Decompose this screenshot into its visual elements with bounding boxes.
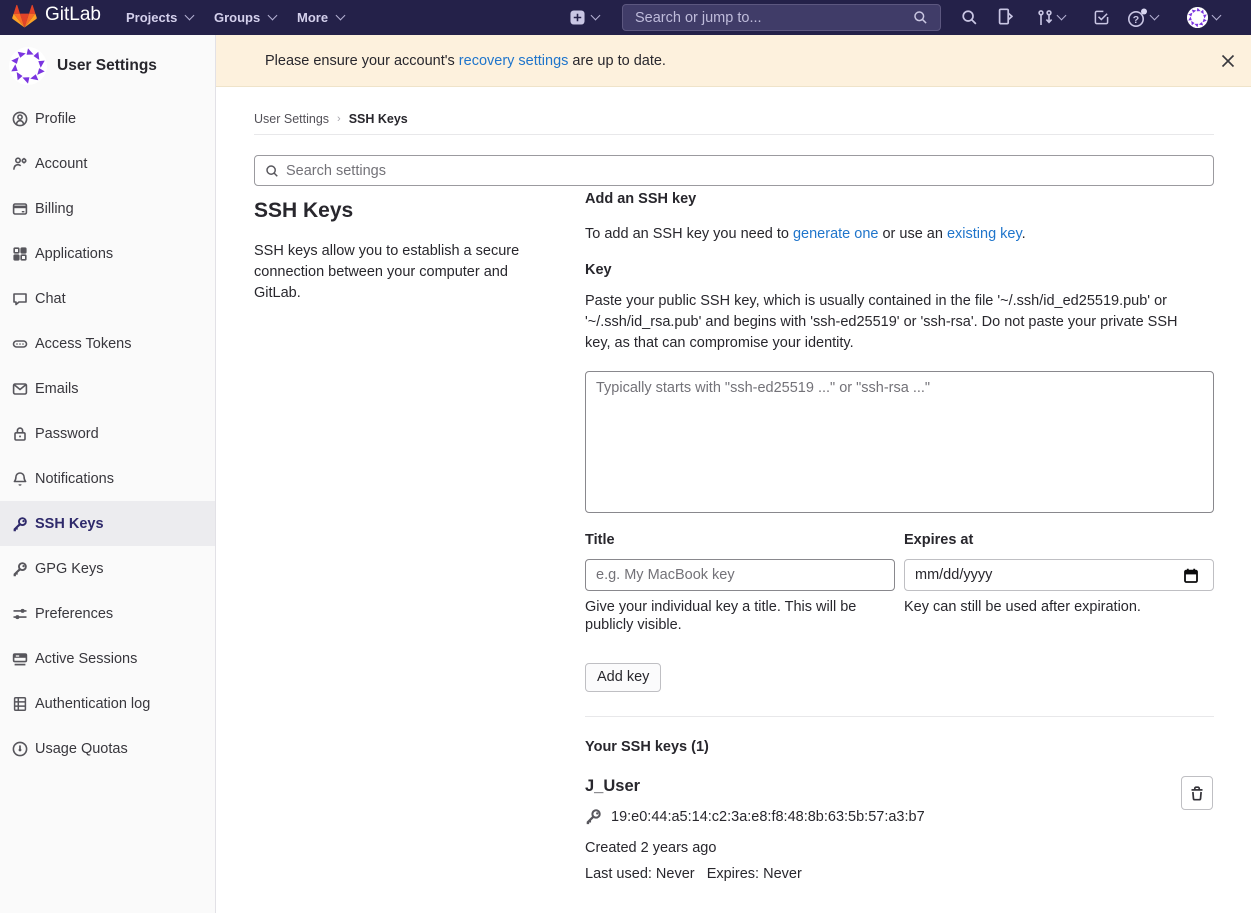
svg-text:?: ? [1133,13,1139,25]
